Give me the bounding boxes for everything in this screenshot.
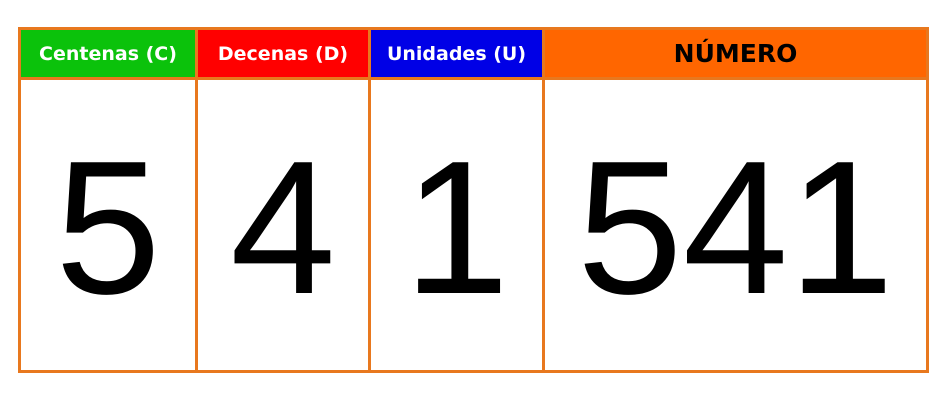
numero-value: 541 (545, 77, 926, 370)
centenas-header: Centenas (C) (21, 30, 195, 77)
decenas-column: Decenas (D) 4 (195, 30, 368, 370)
centenas-column: Centenas (C) 5 (21, 30, 195, 370)
unidades-header: Unidades (U) (371, 30, 542, 77)
numero-column: NÚMERO 541 (542, 30, 926, 370)
numero-header: NÚMERO (545, 30, 926, 77)
place-value-table: Centenas (C) 5 Decenas (D) 4 Unidades (U… (18, 27, 929, 373)
unidades-value: 1 (371, 77, 542, 370)
decenas-value: 4 (198, 77, 368, 370)
unidades-column: Unidades (U) 1 (368, 30, 542, 370)
centenas-value: 5 (21, 77, 195, 370)
decenas-header: Decenas (D) (198, 30, 368, 77)
